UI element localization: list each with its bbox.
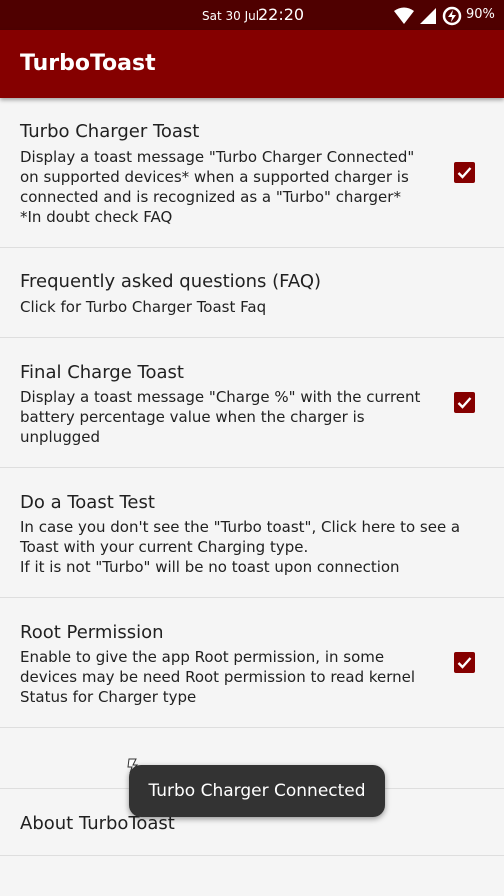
pref-summary-line: Enable to give the app Root permission, …: [20, 648, 385, 666]
checkmark-icon: [457, 657, 472, 669]
checkbox-final-charge-toast[interactable]: [454, 392, 475, 413]
pref-summary: Display a toast message "Charge %" with …: [20, 387, 450, 447]
status-time: 22:20: [258, 5, 305, 24]
pref-summary-line: *In doubt check FAQ: [20, 208, 173, 226]
pref-summary: Enable to give the app Root permission, …: [20, 647, 450, 707]
status-bar: Sat 30 Jul 22:20 90%: [0, 0, 504, 30]
app-bar: TurboToast: [0, 30, 504, 98]
status-battery: 90%: [466, 7, 495, 22]
pref-final-charge-toast[interactable]: Final Charge Toast Display a toast messa…: [0, 338, 504, 468]
pref-summary-line: devices may be need Root permission to r…: [20, 668, 416, 686]
pref-faq[interactable]: Frequently asked questions (FAQ) Click f…: [0, 248, 504, 338]
checkbox-turbo-charger-toast[interactable]: [454, 162, 475, 183]
app-title: TurboToast: [20, 51, 156, 76]
pref-summary-line: Display a toast message "Charge %" with …: [20, 388, 421, 406]
toast: Turbo Charger Connected: [129, 765, 385, 817]
pref-summary: Display a toast message "Turbo Charger C…: [20, 147, 450, 227]
cellular-signal-icon: [420, 8, 436, 24]
pref-summary-line: Toast with your current Charging type.: [20, 538, 309, 556]
checkmark-icon: [457, 167, 472, 179]
battery-charging-icon: [442, 6, 462, 26]
pref-summary-line: If it is not "Turbo" will be no toast up…: [20, 558, 400, 576]
pref-summary: In case you don't see the "Turbo toast",…: [20, 517, 490, 577]
pref-summary-line: Status for Charger type: [20, 688, 197, 706]
pref-turbo-charger-toast[interactable]: Turbo Charger Toast Display a toast mess…: [0, 98, 504, 248]
pref-summary-line: In case you don't see the "Turbo toast",…: [20, 518, 461, 536]
pref-summary: Click for Turbo Charger Toast Faq: [20, 297, 450, 317]
pref-summary-line: Display a toast message "Turbo Charger C…: [20, 148, 415, 166]
status-icons: [392, 6, 462, 26]
pref-title: Turbo Charger Toast: [20, 121, 200, 142]
pref-summary-line: battery percentage value when the charge…: [20, 408, 365, 426]
pref-root-permission[interactable]: Root Permission Enable to give the app R…: [0, 598, 504, 728]
checkbox-root-permission[interactable]: [454, 652, 475, 673]
pref-summary-line: on supported devices* when a supported c…: [20, 168, 409, 186]
pref-summary-line: connected and is recognized as a "Turbo"…: [20, 188, 401, 206]
toast-message: Turbo Charger Connected: [148, 781, 366, 801]
wifi-icon: [394, 7, 414, 24]
pref-title: Frequently asked questions (FAQ): [20, 271, 322, 292]
pref-summary-line: unplugged: [20, 428, 101, 446]
checkmark-icon: [457, 397, 472, 409]
pref-title: Do a Toast Test: [20, 492, 155, 513]
pref-toast-test[interactable]: Do a Toast Test In case you don't see th…: [0, 468, 504, 598]
pref-title: Final Charge Toast: [20, 362, 184, 383]
status-date: Sat 30 Jul: [202, 9, 260, 23]
pref-title: Root Permission: [20, 622, 164, 643]
pref-summary-line: Click for Turbo Charger Toast Faq: [20, 298, 267, 316]
